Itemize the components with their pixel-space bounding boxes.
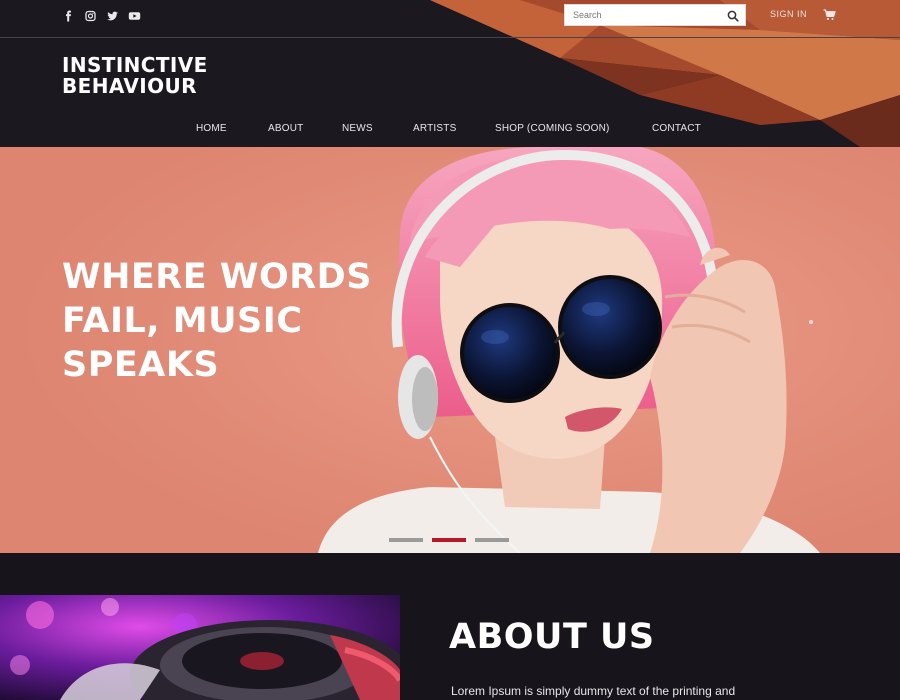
hero-slider: WHERE WORDS FAIL, MUSIC SPEAKS: [0, 147, 900, 553]
hero-heading: WHERE WORDS FAIL, MUSIC SPEAKS: [62, 257, 372, 385]
social-links: [62, 9, 141, 22]
search-icon[interactable]: [727, 9, 739, 22]
about-image: [0, 595, 400, 700]
cart-icon[interactable]: [823, 8, 836, 20]
about-text: Lorem Ipsum is simply dummy text of the …: [451, 684, 736, 698]
about-heading: ABOUT US: [449, 617, 655, 657]
slider-indicators: [389, 538, 509, 542]
slider-dot-3[interactable]: [475, 538, 509, 542]
nav-news[interactable]: NEWS: [342, 123, 373, 134]
site-header: SIGN IN INSTINCTIVE BEHAVIOUR HOME ABOUT…: [0, 0, 900, 147]
youtube-icon[interactable]: [128, 9, 141, 21]
nav-contact[interactable]: CONTACT: [652, 123, 701, 134]
slider-dot-2[interactable]: [432, 538, 466, 542]
site-logo[interactable]: INSTINCTIVE BEHAVIOUR: [62, 55, 208, 97]
search-box: [564, 4, 746, 26]
slider-dot-1[interactable]: [389, 538, 423, 542]
instagram-icon[interactable]: [84, 9, 97, 22]
search-input[interactable]: [565, 5, 725, 25]
nav-shop[interactable]: SHOP (COMING SOON): [495, 123, 610, 134]
about-section: ABOUT US Lorem Ipsum is simply dummy tex…: [0, 553, 900, 700]
dj-turntable-image: [0, 595, 400, 700]
top-bar: SIGN IN: [0, 0, 900, 38]
nav-home[interactable]: HOME: [196, 123, 227, 134]
logo-line-2: BEHAVIOUR: [62, 74, 197, 98]
twitter-icon[interactable]: [106, 9, 119, 21]
logo-line-1: INSTINCTIVE: [62, 53, 208, 77]
sign-in-link[interactable]: SIGN IN: [770, 9, 807, 19]
main-nav: HOME ABOUT NEWS ARTISTS SHOP (COMING SOO…: [0, 123, 900, 139]
nav-about[interactable]: ABOUT: [268, 123, 303, 134]
nav-artists[interactable]: ARTISTS: [413, 123, 456, 134]
facebook-icon[interactable]: [62, 9, 75, 22]
